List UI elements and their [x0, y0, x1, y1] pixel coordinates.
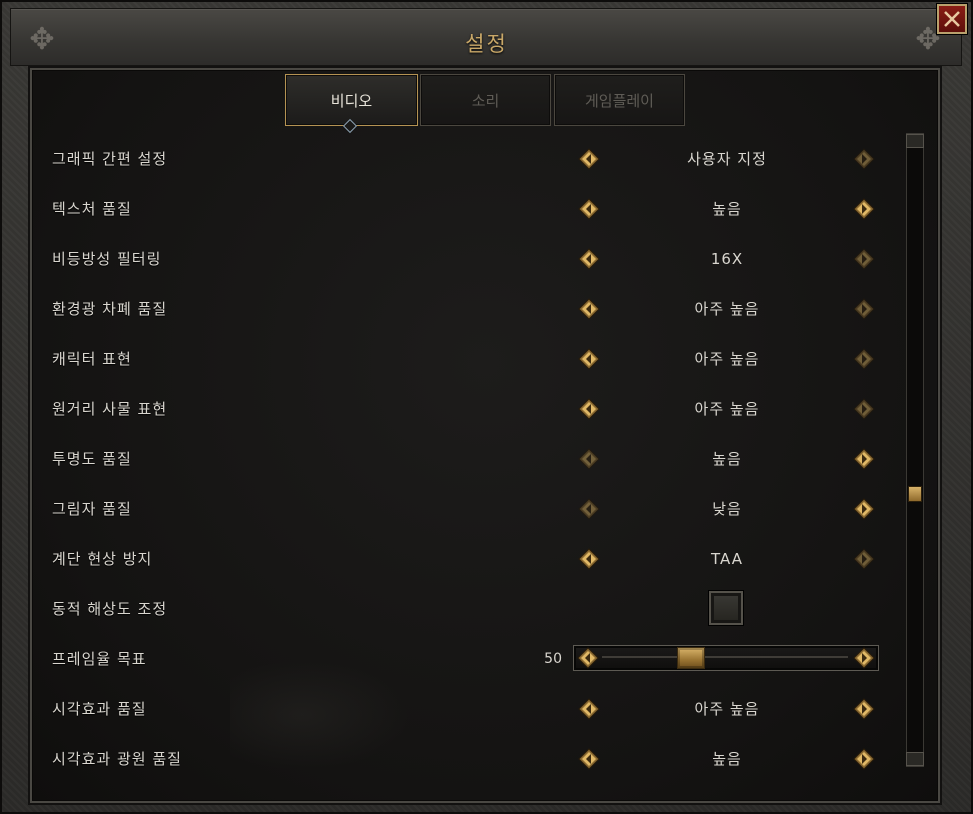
diamond-left-arrow-icon[interactable] [578, 348, 600, 370]
setting-label: 비등방성 필터링 [52, 250, 162, 268]
scroll-up-cap[interactable] [906, 134, 924, 148]
setting-value: 높음 [712, 750, 742, 768]
setting-value: 아주 높음 [694, 400, 760, 418]
diamond-right-arrow-icon[interactable] [853, 198, 875, 220]
setting-value: 아주 높음 [694, 700, 760, 718]
scroll-down-cap[interactable] [906, 752, 924, 766]
diamond-right-arrow-icon[interactable] [853, 498, 875, 520]
setting-label: 그래픽 간편 설정 [52, 150, 168, 168]
tab-gameplay[interactable]: 게임플레이 [554, 74, 685, 126]
content-panel [30, 68, 940, 803]
setting-value: 아주 높음 [694, 350, 760, 368]
setting-value: 높음 [712, 200, 742, 218]
diamond-right-arrow-icon[interactable] [853, 398, 875, 420]
close-button[interactable] [937, 4, 967, 34]
diamond-right-arrow-icon[interactable] [853, 298, 875, 320]
diamond-right-arrow-icon[interactable] [853, 748, 875, 770]
setting-label: 텍스처 품질 [52, 200, 132, 218]
setting-value: 사용자 지정 [687, 150, 767, 168]
diamond-left-arrow-icon[interactable] [578, 248, 600, 270]
diamond-left-arrow-icon[interactable] [578, 748, 600, 770]
close-x-icon [944, 11, 960, 27]
diamond-left-arrow-icon[interactable] [578, 448, 600, 470]
framerate-slider[interactable] [573, 645, 879, 671]
slider-value: 50 [544, 651, 562, 667]
setting-value: 높음 [712, 450, 742, 468]
setting-label: 계단 현상 방지 [52, 550, 153, 568]
diamond-left-arrow-icon[interactable] [578, 498, 600, 520]
diamond-right-arrow-icon[interactable] [853, 548, 875, 570]
background-texture [230, 660, 410, 770]
diamond-left-arrow-icon[interactable] [578, 148, 600, 170]
setting-label: 프레임율 목표 [52, 650, 147, 668]
diamond-right-arrow-icon[interactable] [853, 647, 875, 669]
diamond-left-arrow-icon[interactable] [578, 198, 600, 220]
setting-label: 원거리 사물 표현 [52, 400, 168, 418]
diamond-right-arrow-icon[interactable] [853, 248, 875, 270]
diamond-left-arrow-icon[interactable] [578, 698, 600, 720]
dynamic-resolution-checkbox[interactable] [709, 591, 743, 625]
tab-video[interactable]: 비디오 [285, 74, 418, 126]
diamond-right-arrow-icon[interactable] [853, 148, 875, 170]
tab-sound[interactable]: 소리 [420, 74, 551, 126]
diamond-left-arrow-icon[interactable] [578, 298, 600, 320]
setting-value: 낮음 [712, 500, 742, 518]
diamond-right-arrow-icon[interactable] [853, 448, 875, 470]
diamond-right-arrow-icon[interactable] [853, 698, 875, 720]
slider-thumb[interactable] [677, 647, 705, 669]
setting-label: 시각효과 품질 [52, 700, 147, 718]
diamond-right-arrow-icon[interactable] [853, 348, 875, 370]
setting-label: 투명도 품질 [52, 450, 132, 468]
setting-value: 16X [710, 250, 744, 268]
slider-rail [602, 656, 848, 658]
setting-label: 동적 해상도 조정 [52, 600, 168, 618]
setting-label: 시각효과 광원 품질 [52, 750, 182, 768]
setting-value: 아주 높음 [694, 300, 760, 318]
scrollbar[interactable] [906, 133, 924, 767]
setting-label: 캐릭터 표현 [52, 350, 132, 368]
setting-value: TAA [711, 550, 743, 568]
scrollbar-thumb[interactable] [908, 486, 922, 502]
diamond-left-arrow-icon[interactable] [577, 647, 599, 669]
diamond-left-arrow-icon[interactable] [578, 548, 600, 570]
window-title: 설정 [465, 32, 508, 56]
setting-label: 환경광 차폐 품질 [52, 300, 168, 318]
diamond-left-arrow-icon[interactable] [578, 398, 600, 420]
setting-label: 그림자 품질 [52, 500, 132, 518]
